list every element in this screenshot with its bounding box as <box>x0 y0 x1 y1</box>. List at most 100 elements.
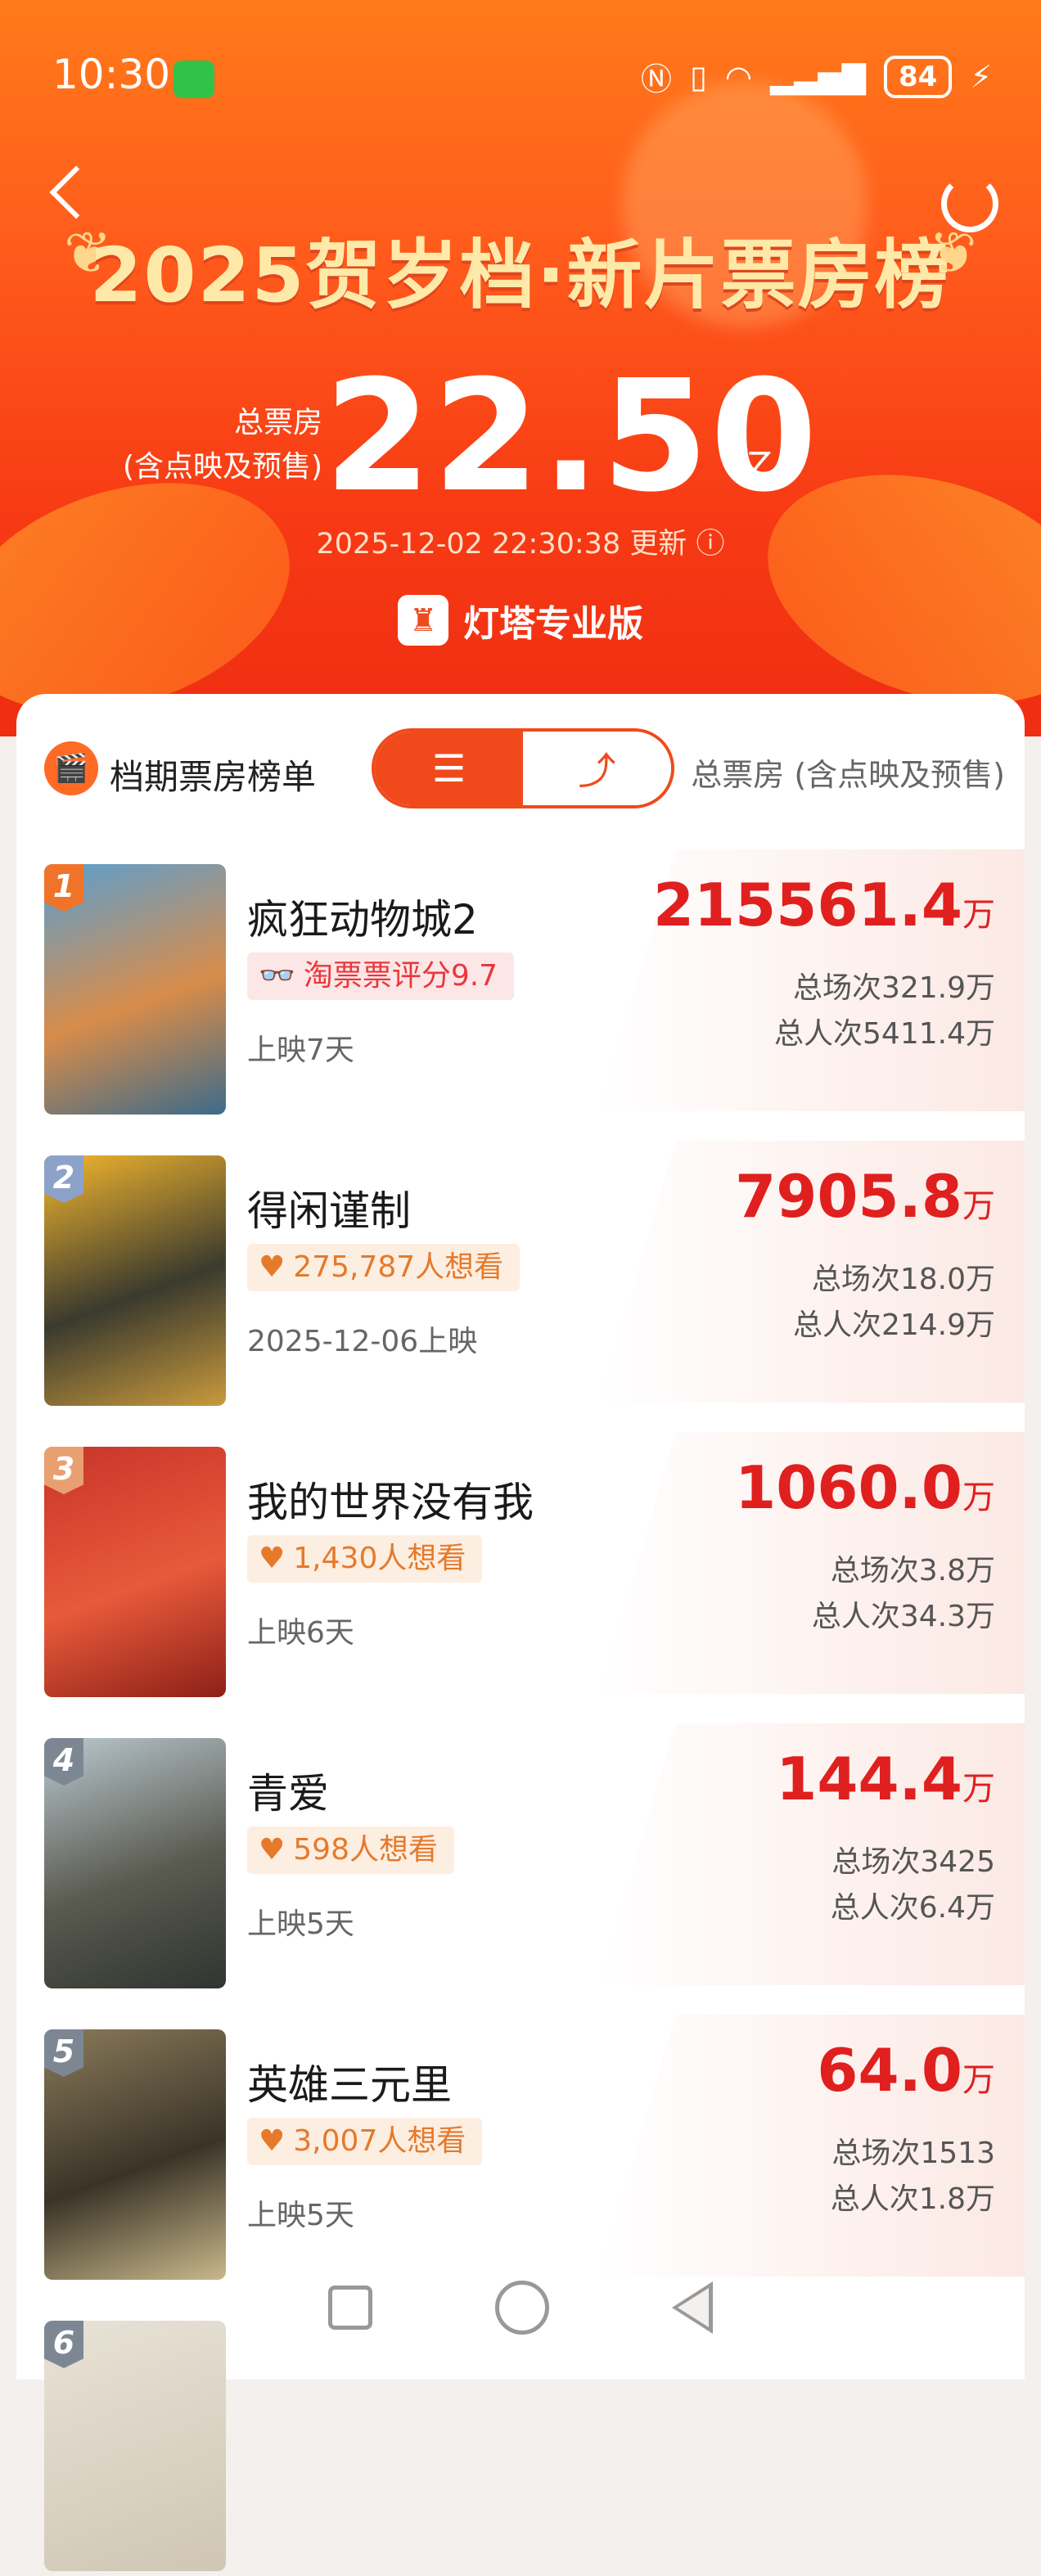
status-icons: Ⓝ ▯ ◠ ▂▃▅▇ 84 ⚡ <box>641 54 992 99</box>
clapperboard-icon: 🎬 <box>44 741 98 795</box>
box-office-unit: 万 <box>962 1770 995 1808</box>
total-sessions: 总场次3425 <box>831 1845 995 1879</box>
list-view-button[interactable]: ☰ <box>375 732 523 805</box>
glasses-icon: 👓 <box>259 959 295 993</box>
movie-title[interactable]: 我的世界没有我 <box>247 1470 534 1529</box>
movie-title[interactable]: 疯狂动物城2 <box>247 887 478 946</box>
rank-badge: 5 <box>44 2029 83 2077</box>
wechat-notification-icon <box>174 61 214 98</box>
trend-chart-icon: ⤴ <box>578 749 616 793</box>
release-info: 上映5天 <box>247 1907 354 1941</box>
signal-icon: ▂▃▅▇ <box>770 58 866 95</box>
box-office-number: 1060.0 <box>735 1453 962 1522</box>
recent-apps-button[interactable] <box>328 2286 372 2330</box>
total-sessions: 总场次3.8万 <box>830 1554 995 1587</box>
nfc-icon: Ⓝ <box>640 61 672 97</box>
movie-row[interactable]: 1 疯狂动物城2 👓 淘票票评分9.7 上映7天 215561.4万 总场次32… <box>16 841 1025 1119</box>
total-viewers: 总人次5411.4万 <box>774 1017 995 1051</box>
back-nav-button[interactable] <box>672 2281 713 2334</box>
box-office-value: 144.4万 <box>776 1745 995 1813</box>
list-icon: ☰ <box>431 746 466 790</box>
page-title: 2025贺岁档·新片票房榜 <box>89 232 952 319</box>
heart-icon: ♥ <box>259 1542 286 1575</box>
want-to-see-badge: ♥ 3,007人想看 <box>247 2118 483 2165</box>
movie-poster[interactable]: 6 <box>44 2321 226 2571</box>
update-time[interactable]: 2025-12-02 22:30:38 更新 ⓘ <box>0 520 1041 562</box>
tag-text: 275,787人想看 <box>293 1250 504 1284</box>
box-office-number: 64.0 <box>817 2036 962 2105</box>
wifi-icon: ◠ <box>724 58 753 95</box>
box-office-unit: 万 <box>962 2061 995 2099</box>
want-to-see-badge: ♥ 598人想看 <box>247 1826 454 1874</box>
total-sessions: 总场次1513 <box>831 2137 995 2170</box>
info-icon[interactable]: ⓘ <box>696 528 724 561</box>
rating-badge: 👓 淘票票评分9.7 <box>247 952 515 1000</box>
movie-poster[interactable]: 5 <box>44 2029 226 2280</box>
battery-icon: 84 <box>883 55 953 98</box>
ranking-header: 🎬 档期票房榜单 ☰ ⤴ 总票房 (含点映及预售) <box>16 694 1025 841</box>
laurel-right-icon: ❦ <box>929 219 977 286</box>
movie-title[interactable]: 英雄三元里 <box>247 2052 452 2111</box>
view-toggle[interactable]: ☰ ⤴ <box>372 728 674 808</box>
box-office-unit: 万 <box>962 1187 995 1225</box>
box-office-unit: 万 <box>962 1479 995 1516</box>
brand-name: 灯塔专业版 <box>463 603 643 645</box>
movie-row[interactable]: 2 得闲谨制 ♥ 275,787人想看 2025-12-06上映 7905.8万… <box>16 1133 1025 1411</box>
total-viewers: 总人次1.8万 <box>830 2182 995 2216</box>
tag-text: 598人想看 <box>293 1833 438 1867</box>
total-box-office-label: 总票房 (含点映及预售) <box>123 401 322 489</box>
release-info: 上映5天 <box>247 2199 354 2232</box>
rank-badge: 2 <box>44 1155 83 1203</box>
ranking-title: 档期票房榜单 <box>110 757 317 797</box>
heart-icon: ♥ <box>259 2124 286 2158</box>
movie-row[interactable]: 4 青爱 ♥ 598人想看 上映5天 144.4万 总场次3425 总人次6.4… <box>16 1715 1025 1993</box>
status-time: 10:30 <box>52 51 171 98</box>
tag-text: 1,430人想看 <box>293 1542 466 1575</box>
update-time-text: 2025-12-02 22:30:38 更新 <box>316 528 687 561</box>
ranking-card: 🎬 档期票房榜单 ☰ ⤴ 总票房 (含点映及预售) 1 疯狂动物城2 👓 淘票票… <box>16 694 1025 2571</box>
movie-title[interactable]: 青爱 <box>247 1761 329 1820</box>
brand-logo: ♜ 灯塔专业版 <box>0 594 1041 646</box>
box-office-value: 64.0万 <box>817 2036 995 2105</box>
total-viewers: 总人次6.4万 <box>830 1891 995 1925</box>
column-label: 总票房 (含点映及预售) <box>691 757 1005 793</box>
heart-icon: ♥ <box>259 1250 286 1284</box>
want-to-see-badge: ♥ 275,787人想看 <box>247 1244 520 1291</box>
movie-poster[interactable]: 2 <box>44 1155 226 1406</box>
total-sessions: 总场次18.0万 <box>811 1263 995 1296</box>
total-viewers: 总人次214.9万 <box>792 1308 995 1342</box>
hero-header: 10:30 Ⓝ ▯ ◠ ▂▃▅▇ 84 ⚡ ❦ 2025贺岁档·新片票房榜 ❦ … <box>0 0 1041 736</box>
box-office-unit: 万 <box>962 896 995 934</box>
movie-row[interactable]: 3 我的世界没有我 ♥ 1,430人想看 上映6天 1060.0万 总场次3.8… <box>16 1424 1025 1702</box>
movie-poster[interactable]: 1 <box>44 864 226 1115</box>
release-info: 上映6天 <box>247 1616 354 1650</box>
movie-poster[interactable]: 4 <box>44 1738 226 1988</box>
home-button[interactable] <box>495 2281 549 2335</box>
lighthouse-icon: ♜ <box>398 595 448 646</box>
box-office-number: 7905.8 <box>735 1162 962 1231</box>
rank-badge: 1 <box>44 864 83 912</box>
box-office-number: 215561.4 <box>652 871 962 939</box>
tag-text: 3,007人想看 <box>293 2124 466 2158</box>
box-office-value: 215561.4万 <box>653 871 995 939</box>
total-label-line2: (含点映及预售) <box>123 450 323 484</box>
box-office-number: 144.4 <box>776 1745 962 1813</box>
tag-text: 淘票票评分9.7 <box>303 959 498 993</box>
box-office-value: 1060.0万 <box>735 1453 995 1522</box>
heart-icon: ♥ <box>259 1833 286 1867</box>
status-bar: 10:30 Ⓝ ▯ ◠ ▂▃▅▇ 84 ⚡ <box>0 0 1041 155</box>
movie-title[interactable]: 得闲谨制 <box>247 1178 411 1237</box>
back-icon[interactable] <box>49 165 103 219</box>
release-info: 上映7天 <box>247 1034 354 1067</box>
total-box-office-unit: 亿 <box>733 444 774 492</box>
charging-icon: ⚡ <box>970 58 992 95</box>
total-label-line1: 总票房 <box>234 406 323 439</box>
movie-row[interactable]: 5 英雄三元里 ♥ 3,007人想看 上映5天 64.0万 总场次1513 总人… <box>16 2006 1025 2285</box>
vibrate-icon: ▯ <box>689 58 707 95</box>
system-nav-bar <box>0 2275 1041 2340</box>
chart-view-button[interactable]: ⤴ <box>523 732 671 805</box>
rank-badge: 4 <box>44 1738 83 1786</box>
rank-badge: 3 <box>44 1447 83 1494</box>
total-viewers: 总人次34.3万 <box>811 1600 995 1633</box>
movie-poster[interactable]: 3 <box>44 1447 226 1697</box>
